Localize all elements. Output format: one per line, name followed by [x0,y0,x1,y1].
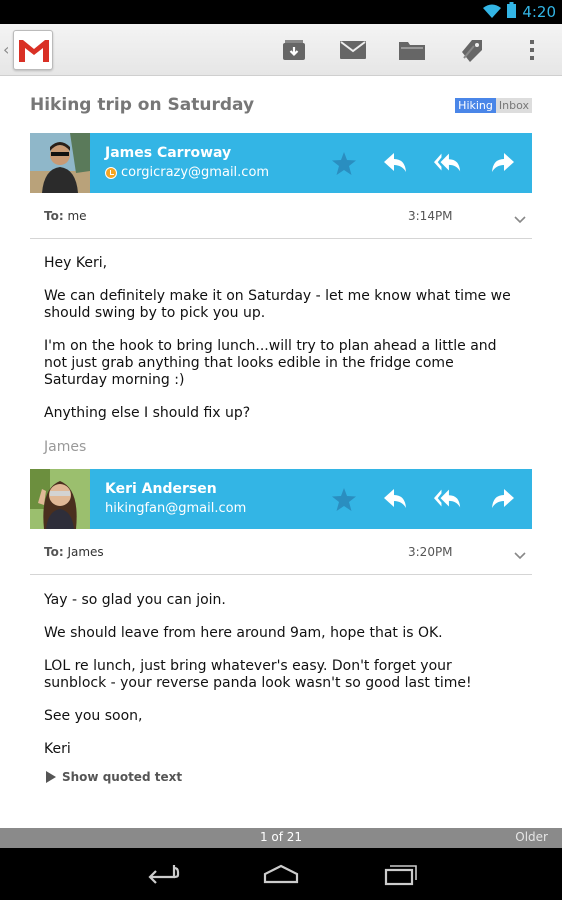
recent-apps-icon[interactable] [382,862,418,886]
mark-unread-icon[interactable] [339,36,367,64]
label-icon[interactable] [458,36,486,64]
recipients-row[interactable]: To: James 3:20PM [30,531,532,575]
gmail-icon [19,40,49,62]
message-time: 3:20PM [408,545,453,559]
overflow-menu-icon[interactable] [518,36,546,64]
reply-all-icon[interactable] [434,486,462,512]
message-body: Hey Keri, We can definitely make it on S… [44,255,514,438]
message-paragraph: LOL re lunch, just bring whatever's easy… [44,658,472,691]
message-paragraph: Anything else I should fix up? [44,405,251,421]
message-header[interactable]: James Carroway corgicrazy@gmail.com [30,133,532,193]
recipients-label: To: me [44,209,87,223]
sender-email: hikingfan@gmail.com [105,501,247,516]
archive-icon[interactable] [280,36,308,64]
sender-email-row: hikingfan@gmail.com [105,501,246,516]
home-icon[interactable] [263,862,299,886]
signature: James [44,439,87,455]
recipient-name: James [67,545,104,559]
back-icon[interactable] [144,862,180,886]
wifi-icon [483,3,502,22]
reply-all-icon[interactable] [434,150,462,176]
reply-icon[interactable] [382,150,410,176]
chevron-down-icon[interactable] [514,209,526,228]
star-icon[interactable] [330,150,358,176]
recipient-name: me [67,209,87,223]
message-body: Yay - so glad you can join. We should le… [44,592,514,774]
recipients-row[interactable]: To: me 3:14PM [30,195,532,239]
sender-email-row: corgicrazy@gmail.com [105,165,269,180]
message-header[interactable]: Keri Andersen hikingfan@gmail.com [30,469,532,529]
conversation-subject: Hiking trip on Saturday [30,95,255,115]
pager-count: 1 of 21 [259,830,303,844]
label-chip-inbox[interactable]: Inbox [495,98,532,113]
message-time: 3:14PM [408,209,453,223]
message-paragraph: Yay - so glad you can join. [44,592,226,608]
up-caret-icon[interactable]: ‹ [3,40,9,59]
message-paragraph: Keri [44,741,71,757]
move-folder-icon[interactable] [398,36,426,64]
chevron-down-icon[interactable] [514,545,526,564]
presence-icon [105,166,117,179]
star-icon[interactable] [330,486,358,512]
older-button[interactable]: Older [515,830,548,844]
forward-icon[interactable] [488,150,516,176]
message-paragraph: I'm on the hook to bring lunch...will tr… [44,338,497,388]
message-paragraph: Hey Keri, [44,255,108,271]
reply-icon[interactable] [382,486,410,512]
avatar[interactable] [30,469,90,529]
battery-icon [507,2,517,22]
show-quoted-label: Show quoted text [62,770,183,784]
sender-name: James Carroway [105,145,232,161]
avatar[interactable] [30,133,90,193]
system-nav-bar [0,848,562,900]
message-paragraph: See you soon, [44,708,143,724]
status-time: 4:20 [522,3,556,21]
gmail-logo[interactable] [13,30,53,70]
action-bar: ‹ [0,24,562,76]
label-chip-hiking[interactable]: Hiking [455,98,496,113]
message-paragraph: We can definitely make it on Saturday - … [44,288,511,321]
recipients-label: To: James [44,545,104,559]
sender-name: Keri Andersen [105,481,217,497]
conversation-pager: 1 of 21 Older [0,828,562,848]
show-quoted-text-toggle[interactable]: Show quoted text [46,770,182,784]
sender-email: corgicrazy@gmail.com [121,165,270,180]
status-bar: 4:20 [0,0,562,24]
forward-icon[interactable] [488,486,516,512]
conversation-labels: Hiking Inbox [455,98,532,113]
message-paragraph: We should leave from here around 9am, ho… [44,625,443,641]
expand-triangle-icon [46,771,56,783]
